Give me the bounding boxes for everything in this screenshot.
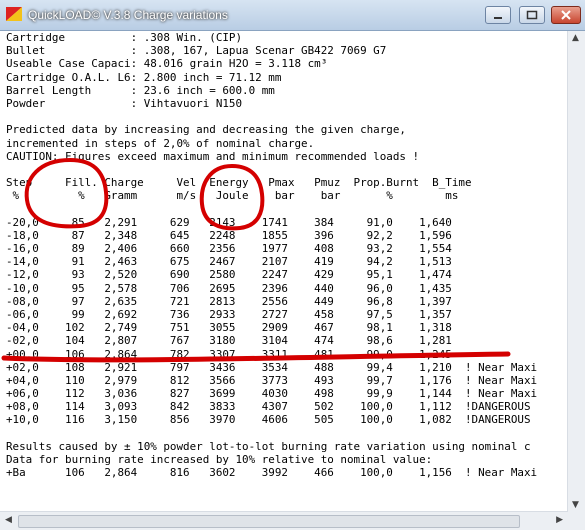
table-row: -08,0 97 2,635 721 2813 2556 449 96,8 1,… — [6, 294, 452, 308]
table-row: +Ba 106 2,864 816 3602 3992 466 100,0 1,… — [6, 466, 538, 480]
scroll-up-arrow-icon[interactable]: ▲ — [572, 33, 579, 43]
scroll-left-arrow-icon[interactable]: ◀ — [5, 515, 12, 525]
report-line — [6, 110, 568, 123]
table-row: -14,0 91 2,463 675 2467 2107 419 94,2 1,… — [6, 255, 452, 269]
report-line: CAUTION: Figures exceed maximum and mini… — [6, 149, 420, 163]
scroll-right-arrow-icon[interactable]: ▶ — [556, 515, 563, 525]
vertical-scrollbar[interactable]: ▲ ▼ — [567, 31, 585, 512]
scroll-down-arrow-icon[interactable]: ▼ — [572, 500, 579, 510]
report-line: Useable Case Capaci: 48.016 grain H2O = … — [6, 57, 328, 71]
report-line: Predicted data by increasing and decreas… — [6, 123, 406, 137]
window-title: QuickLOAD© V.3.8 Charge variations — [28, 8, 228, 22]
report-line: Cartridge : .308 Win. (CIP) — [6, 31, 243, 44]
scrollbar-corner — [568, 512, 585, 530]
minimize-icon — [494, 17, 502, 19]
minimize-button[interactable] — [485, 6, 511, 24]
table-row: -18,0 87 2,348 645 2248 1855 396 92,2 1,… — [6, 228, 452, 242]
table-row: -10,0 95 2,578 706 2695 2396 440 96,0 1,… — [6, 281, 452, 295]
report-line — [6, 163, 568, 176]
table-row: +06,0 112 3,036 827 3699 4030 498 99,9 1… — [6, 387, 538, 401]
table-row: +04,0 110 2,979 812 3566 3773 493 99,7 1… — [6, 373, 538, 387]
table-row: -12,0 93 2,520 690 2580 2247 429 95,1 1,… — [6, 268, 452, 282]
table-row: -04,0 102 2,749 751 3055 2909 467 98,1 1… — [6, 321, 452, 335]
report-line: Cartridge O.A.L. L6: 2.800 inch = 71.12 … — [6, 70, 282, 84]
report-line — [6, 427, 568, 440]
close-button[interactable] — [551, 6, 581, 24]
table-units-row: % % Gramm m/s Joule bar bar % ms — [6, 189, 459, 203]
horizontal-scroll-thumb[interactable] — [18, 515, 520, 528]
report-line: Bullet : .308, 167, Lapua Scenar GB422 7… — [6, 44, 387, 58]
report-line: incremented in steps of 2,0% of nominal … — [6, 136, 315, 150]
maximize-icon — [526, 10, 538, 20]
table-row: +08,0 114 3,093 842 3833 4307 502 100,0 … — [6, 400, 531, 414]
report-text: Cartridge : .308 Win. (CIP) Bullet : .308… — [0, 31, 568, 479]
table-row: -02,0 104 2,807 767 3180 3104 474 98,6 1… — [6, 334, 452, 348]
table-header-row: Step Fill. Charge Vel Energy Pmax Pmuz P… — [6, 176, 472, 190]
quickload-app-icon — [6, 7, 22, 21]
table-row: +10,0 116 3,150 856 3970 4606 505 100,0 … — [6, 413, 531, 427]
table-row: -16,0 89 2,406 660 2356 1977 408 93,2 1,… — [6, 242, 452, 255]
report-line: Data for burning rate increased by 10% r… — [6, 453, 433, 466]
report-line — [6, 202, 568, 215]
table-row: -20,0 85 2,291 629 2143 1741 384 91,0 1,… — [6, 215, 452, 229]
horizontal-scrollbar[interactable]: ◀ ▶ — [0, 511, 568, 530]
maximize-button[interactable] — [519, 6, 545, 24]
title-bar: QuickLOAD© V.3.8 Charge variations — [0, 0, 585, 31]
table-row: +02,0 108 2,921 797 3436 3534 488 99,4 1… — [6, 360, 538, 374]
report-text-area[interactable]: Cartridge : .308 Win. (CIP) Bullet : .308… — [0, 31, 568, 512]
table-row: -06,0 99 2,692 736 2933 2727 458 97,5 1,… — [6, 307, 452, 321]
table-row: +00,0 106 2,864 782 3307 3311 481 99,0 1… — [6, 347, 452, 361]
report-line: Results caused by ± 10% powder lot-to-lo… — [6, 439, 531, 453]
close-icon — [561, 10, 571, 20]
report-line: Powder : Vihtavuori N150 — [6, 96, 243, 110]
report-line: Barrel Length : 23.6 inch = 600.0 mm — [6, 83, 275, 97]
